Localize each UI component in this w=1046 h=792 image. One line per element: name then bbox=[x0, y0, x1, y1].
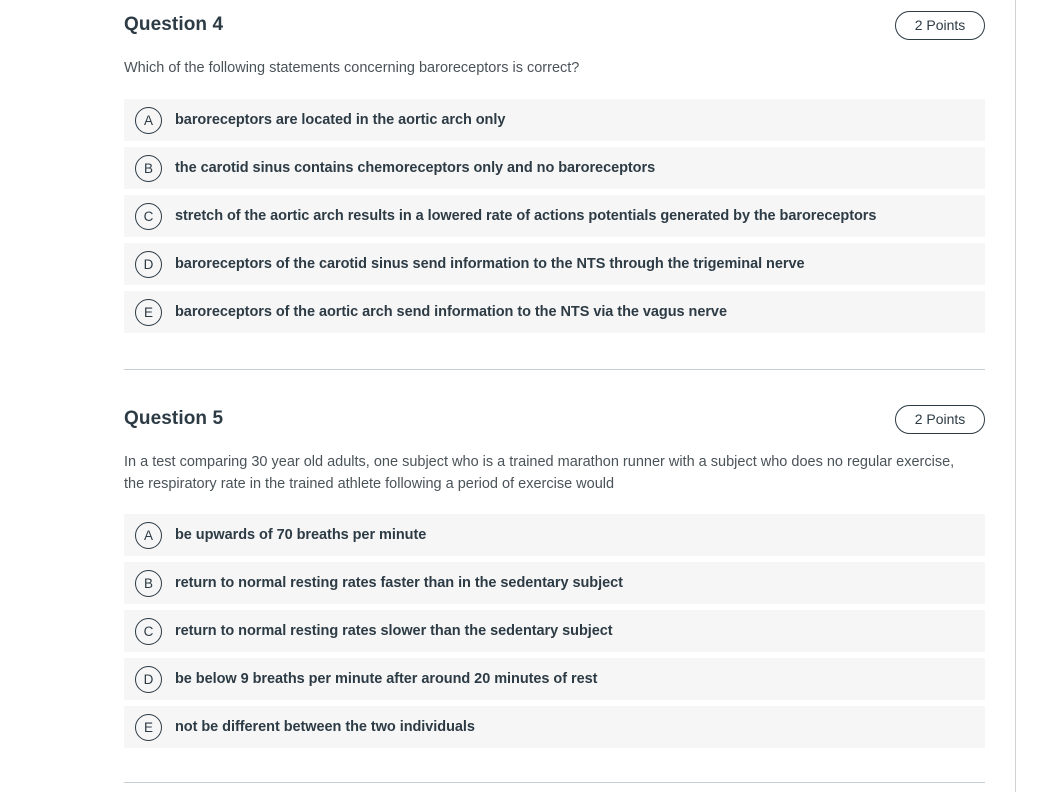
option-letter-badge: E bbox=[135, 298, 162, 326]
option-row[interactable]: E baroreceptors of the aortic arch send … bbox=[124, 291, 985, 333]
option-label: the carotid sinus contains chemoreceptor… bbox=[175, 160, 656, 176]
question-4-prompt: Which of the following statements concer… bbox=[124, 60, 580, 76]
option-row[interactable]: E not be different between the two indiv… bbox=[124, 706, 985, 748]
question-5-points-badge: 2 Points bbox=[895, 404, 985, 434]
option-label: be below 9 breaths per minute after arou… bbox=[175, 671, 598, 687]
option-row[interactable]: D be below 9 breaths per minute after ar… bbox=[124, 658, 985, 700]
option-label: not be different between the two individ… bbox=[175, 719, 475, 735]
page-right-rule bbox=[1015, 0, 1016, 792]
question-block-4: Question 4 2 Points Which of the followi… bbox=[124, 10, 985, 333]
option-row[interactable]: C return to normal resting rates slower … bbox=[124, 610, 985, 652]
question-divider bbox=[124, 782, 985, 783]
question-block-5: Question 5 2 Points In a test comparing … bbox=[124, 404, 985, 748]
question-4-header: Question 4 2 Points bbox=[124, 10, 985, 40]
option-label: baroreceptors of the aortic arch send in… bbox=[175, 304, 727, 320]
option-letter-badge: C bbox=[135, 202, 162, 230]
option-letter-badge: B bbox=[135, 154, 162, 182]
question-4-title: Question 4 bbox=[124, 14, 224, 35]
question-5-prompt: In a test comparing 30 year old adults, … bbox=[124, 454, 955, 492]
question-4-points-badge: 2 Points bbox=[895, 10, 985, 40]
option-label: baroreceptors of the carotid sinus send … bbox=[175, 256, 805, 272]
question-4-options: A baroreceptors are located in the aorti… bbox=[124, 99, 985, 333]
option-letter-badge: C bbox=[135, 617, 162, 645]
option-letter-badge: B bbox=[135, 569, 162, 597]
option-letter-badge: A bbox=[135, 521, 162, 549]
question-5-header: Question 5 2 Points bbox=[124, 404, 985, 434]
option-row[interactable]: A baroreceptors are located in the aorti… bbox=[124, 99, 985, 141]
option-row[interactable]: B the carotid sinus contains chemorecept… bbox=[124, 147, 985, 189]
option-letter-badge: D bbox=[135, 250, 162, 278]
question-5-options: A be upwards of 70 breaths per minute B … bbox=[124, 514, 985, 748]
option-row[interactable]: C stretch of the aortic arch results in … bbox=[124, 195, 985, 237]
option-label: be upwards of 70 breaths per minute bbox=[175, 527, 427, 543]
option-letter-badge: A bbox=[135, 106, 162, 134]
option-row[interactable]: A be upwards of 70 breaths per minute bbox=[124, 514, 985, 556]
option-label: return to normal resting rates faster th… bbox=[175, 575, 623, 591]
option-label: stretch of the aortic arch results in a … bbox=[175, 208, 877, 224]
option-label: baroreceptors are located in the aortic … bbox=[175, 112, 506, 128]
option-row[interactable]: D baroreceptors of the carotid sinus sen… bbox=[124, 243, 985, 285]
option-row[interactable]: B return to normal resting rates faster … bbox=[124, 562, 985, 604]
question-5-title: Question 5 bbox=[124, 408, 224, 429]
option-label: return to normal resting rates slower th… bbox=[175, 623, 613, 639]
option-letter-badge: E bbox=[135, 713, 162, 741]
option-letter-badge: D bbox=[135, 665, 162, 693]
quiz-page: Question 4 2 Points Which of the followi… bbox=[0, 0, 1046, 792]
question-divider bbox=[124, 369, 985, 370]
